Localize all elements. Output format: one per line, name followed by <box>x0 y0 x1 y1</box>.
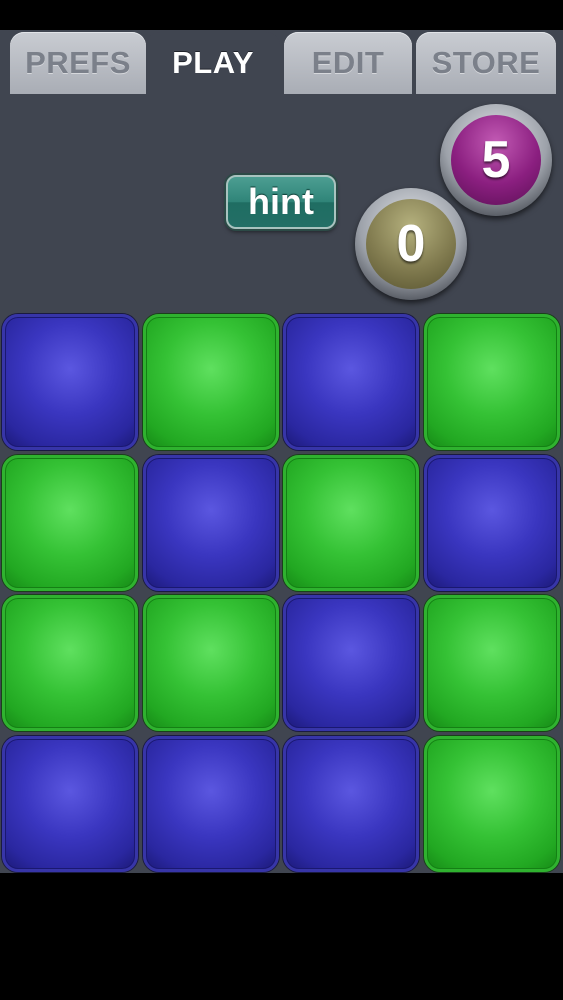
tile-blue[interactable] <box>142 454 279 591</box>
tile-blue[interactable] <box>283 314 419 450</box>
game-board <box>0 312 563 873</box>
tab-play-label: PLAY <box>172 45 254 80</box>
tab-edit-label: EDIT <box>311 45 385 80</box>
tab-prefs[interactable]: PREFS <box>10 32 146 94</box>
tile-green[interactable] <box>423 595 560 731</box>
tile-green[interactable] <box>423 735 560 872</box>
tile-blue[interactable] <box>2 314 138 450</box>
tab-prefs-label: PREFS <box>25 45 131 80</box>
target-counter-value: 5 <box>451 115 541 205</box>
tile-green[interactable] <box>142 314 279 450</box>
tile-green[interactable] <box>423 314 560 450</box>
game-app: PREFS PLAY EDIT STORE hint 5 0 <box>0 30 563 873</box>
tile-blue[interactable] <box>283 595 419 731</box>
tab-bar: PREFS PLAY EDIT STORE <box>0 30 563 94</box>
screen: PREFS PLAY EDIT STORE hint 5 0 <box>0 0 563 1000</box>
tile-blue[interactable] <box>2 735 138 872</box>
tile-blue[interactable] <box>142 735 279 872</box>
tab-store[interactable]: STORE <box>416 32 556 94</box>
tab-play[interactable]: PLAY <box>146 32 280 94</box>
target-counter: 5 <box>440 104 552 216</box>
tile-green[interactable] <box>2 595 138 731</box>
tile-green[interactable] <box>142 595 279 731</box>
hint-button[interactable]: hint <box>226 175 336 229</box>
moves-counter: 0 <box>355 188 467 300</box>
tab-edit[interactable]: EDIT <box>284 32 412 94</box>
moves-counter-value: 0 <box>366 199 456 289</box>
tile-blue[interactable] <box>423 454 560 591</box>
tile-green[interactable] <box>283 454 419 591</box>
tile-blue[interactable] <box>283 735 419 872</box>
tab-store-label: STORE <box>431 45 541 80</box>
tile-green[interactable] <box>2 454 138 591</box>
